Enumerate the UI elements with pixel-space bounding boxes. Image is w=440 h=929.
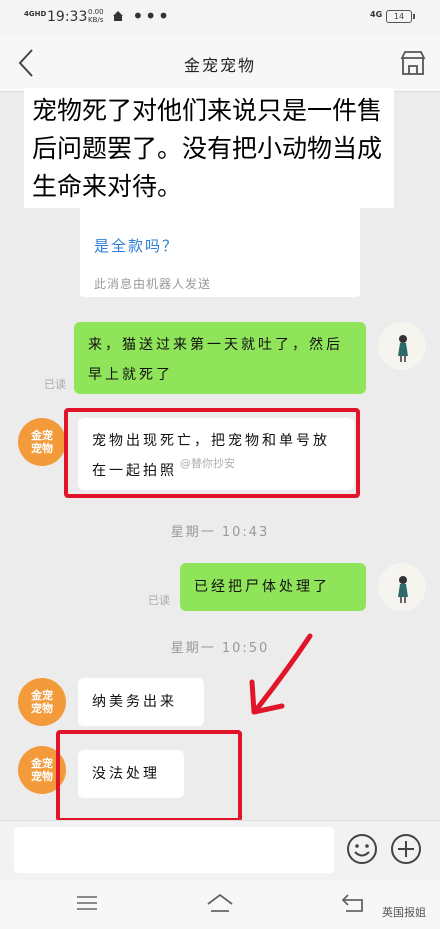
user-avatar[interactable] — [378, 563, 426, 611]
store-avatar[interactable]: 金宠 宠物 — [18, 418, 66, 466]
person-icon — [398, 576, 408, 603]
home-icon[interactable] — [206, 892, 234, 914]
network-speed: 0.00 KB/s — [88, 8, 104, 24]
message-input[interactable] — [14, 827, 334, 873]
emoji-icon[interactable] — [346, 833, 378, 865]
bot-note: 此消息由机器人发送 — [94, 277, 212, 291]
red-arrow-annotation — [249, 633, 313, 715]
user-message-2[interactable]: 已经把尸体处理了 — [180, 563, 366, 611]
bot-message-card: 是全款吗？ 此消息由机器人发送 — [80, 205, 360, 297]
chat-header: 金宠宠物 — [0, 34, 440, 92]
red-annotation-box — [56, 730, 242, 822]
user-message-1[interactable]: 来，猫送过来第一天就吐了，然后早上就死了 — [74, 322, 366, 394]
person-icon — [398, 335, 408, 362]
message-input-bar — [0, 820, 440, 880]
store-message-2[interactable]: 纳美务出来 — [78, 678, 204, 726]
bot-question-link[interactable]: 是全款吗？ — [94, 235, 179, 256]
system-nav-bar: 英国报姐 — [0, 880, 440, 929]
read-receipt: 已读 — [148, 594, 170, 607]
menu-icon[interactable] — [76, 894, 98, 912]
shop-icon[interactable] — [398, 48, 428, 78]
read-receipt: 已读 — [44, 378, 66, 391]
network-type: 4G — [370, 10, 383, 19]
timestamp: 星期一 10:43 — [170, 525, 270, 540]
watermark-corner: 英国报姐 — [382, 906, 426, 919]
chat-title: 金宠宠物 — [183, 56, 256, 75]
plus-icon[interactable] — [390, 833, 422, 865]
battery-icon: 14 — [386, 10, 415, 23]
watermark-center: @替你抄安 — [180, 457, 235, 470]
timestamp: 星期一 10:50 — [170, 641, 270, 656]
user-avatar[interactable] — [378, 322, 426, 370]
signal-indicator: 4GHD — [24, 10, 47, 18]
red-annotation-box — [64, 408, 360, 498]
more-dots-icon: ••• — [132, 4, 171, 28]
clock: 19:33 — [47, 9, 88, 25]
status-bar: 4GHD 19:33 0.00 KB/s ••• 4G 14 — [0, 0, 440, 34]
store-avatar[interactable]: 金宠 宠物 — [18, 678, 66, 726]
caption-overlay: 宠物死了对他们来说只是一件售后问题罢了。没有把小动物当成生命来对待。 — [24, 88, 394, 208]
back-nav-icon[interactable] — [340, 892, 366, 914]
home-status-icon — [113, 11, 123, 21]
